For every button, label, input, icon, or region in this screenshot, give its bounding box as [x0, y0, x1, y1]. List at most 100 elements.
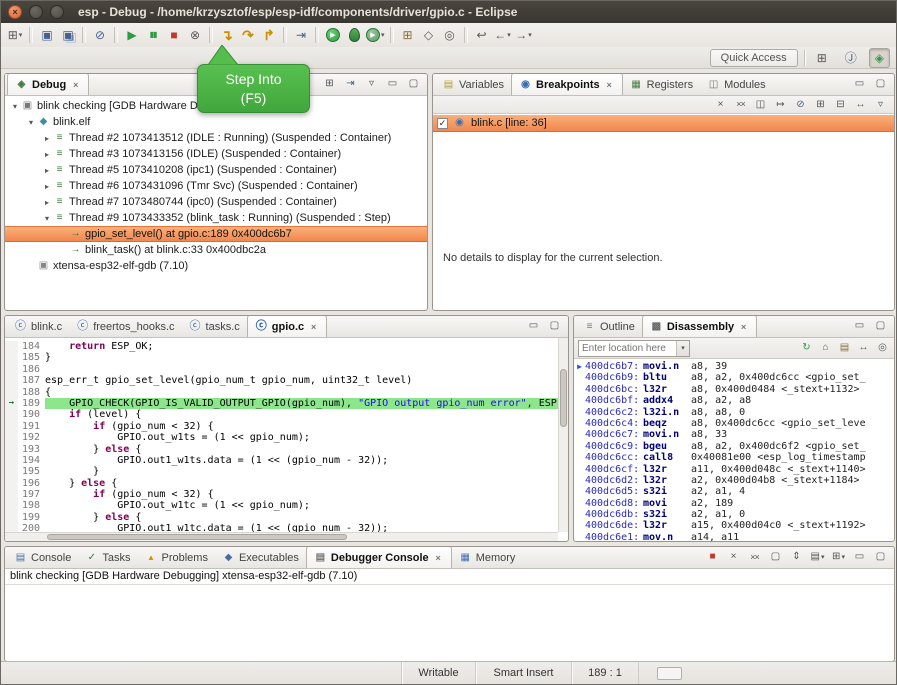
close-tab-icon[interactable]: ×	[604, 79, 615, 90]
minimize-view-icon[interactable]: ▭	[851, 318, 868, 335]
quick-access-button[interactable]: Quick Access	[710, 49, 798, 67]
link-with-debug-icon[interactable]: ↔	[852, 96, 869, 113]
tab-freertos-hooks-c[interactable]: freertos_hooks.c	[69, 316, 181, 337]
expander-icon[interactable]: ▸	[41, 150, 53, 159]
disassembly-line[interactable]: 400dc6c7: movi.n a8, 33	[574, 429, 894, 440]
terminate-icon[interactable]: ■	[164, 25, 184, 45]
new-wizard-icon[interactable]: ⊞ ▾	[5, 25, 25, 45]
remove-all-breakpoints-icon[interactable]: ××	[732, 96, 749, 113]
tab-tasks[interactable]: Tasks	[78, 547, 137, 568]
maximize-view-icon[interactable]: ▢	[546, 318, 563, 335]
maximize-view-icon[interactable]: ▢	[405, 76, 422, 93]
debug-perspective-icon[interactable]: ◈	[869, 48, 890, 68]
code-line[interactable]: 187 esp_err_t gpio_set_level(gpio_num_t …	[5, 375, 568, 386]
step-over-icon[interactable]: ↷	[238, 25, 258, 45]
go-to-file-icon[interactable]: ↦	[772, 96, 789, 113]
expand-all-icon[interactable]: ⊞	[812, 96, 829, 113]
maximize-view-icon[interactable]: ▢	[872, 76, 889, 93]
remove-launch-icon[interactable]: ×	[725, 549, 742, 566]
remove-breakpoint-icon[interactable]: ×	[712, 96, 729, 113]
tab-problems[interactable]: Problems	[137, 547, 214, 568]
gdb-process-node[interactable]: xtensa-esp32-elf-gdb (7.10)	[5, 258, 427, 274]
tab-outline[interactable]: Outline	[576, 316, 642, 337]
thread-2-row[interactable]: ▸ Thread #2 1073413512 (IDLE : Running) …	[5, 130, 427, 146]
back-icon[interactable]: ← ▾	[493, 25, 513, 45]
remove-all-launches-icon[interactable]: ××	[746, 549, 763, 566]
terminate-icon[interactable]: ■	[704, 549, 721, 566]
home-icon[interactable]: ⌂	[817, 340, 834, 357]
resume-icon[interactable]: ▶	[122, 25, 142, 45]
disassembly-line[interactable]: 400dc6c9: bgeu a8, a2, 0x400dc6f2 <gpio_…	[574, 441, 894, 452]
code-line[interactable]: 186	[5, 364, 568, 375]
collapse-all-icon[interactable]: ⊟	[832, 96, 849, 113]
show-breakpoints-supported-icon[interactable]: ◫	[752, 96, 769, 113]
open-element-icon[interactable]: ◇	[419, 25, 439, 45]
code-line[interactable]: 193 } else {	[5, 444, 568, 455]
disassembly-line[interactable]: 400dc6bf: addx4 a8, a2, a8	[574, 395, 894, 406]
code-line[interactable]: 188 {	[5, 387, 568, 398]
stack-frame-blink-task[interactable]: blink_task() at blink.c:33 0x400dbc2a	[5, 242, 427, 258]
minimize-view-icon[interactable]: ▭	[525, 318, 542, 335]
code-line[interactable]: → 189 GPIO_CHECK(GPIO_IS_VALID_OUTPUT_GP…	[5, 398, 568, 409]
expander-icon[interactable]: ▸	[41, 182, 53, 191]
location-input[interactable]	[579, 343, 676, 354]
code-line[interactable]: 198 GPIO.out_w1tc = (1 << gpio_num);	[5, 500, 568, 511]
code-line[interactable]: 195 }	[5, 466, 568, 477]
tab-executables[interactable]: Executables	[215, 547, 306, 568]
code-line[interactable]: 199 } else {	[5, 512, 568, 523]
breakpoint-row[interactable]: ✓ blink.c [line: 36]	[433, 115, 894, 132]
open-console-icon[interactable]: ⊞ ▾	[830, 549, 847, 566]
minimize-view-icon[interactable]: ▭	[851, 549, 868, 566]
instruction-stepping-icon[interactable]: ⇥	[291, 25, 311, 45]
minimize-view-icon[interactable]: ▭	[851, 76, 868, 93]
window-maximize-button[interactable]	[50, 5, 64, 19]
new-project-icon[interactable]: ⊞	[398, 25, 418, 45]
tab-modules[interactable]: Modules	[700, 74, 773, 95]
expander-icon[interactable]: ▾	[41, 214, 53, 223]
expander-icon[interactable]: ▸	[41, 198, 53, 207]
scrollbar-thumb[interactable]	[47, 534, 347, 540]
location-combo[interactable]: ▾	[578, 340, 690, 357]
tab-variables[interactable]: Variables	[435, 74, 511, 95]
tab-blink-c[interactable]: blink.c	[7, 316, 69, 337]
run-icon[interactable]: ▶	[323, 25, 343, 45]
minimize-view-icon[interactable]: ▭	[384, 76, 401, 93]
expander-icon[interactable]: ▸	[41, 134, 53, 143]
breakpoint-checkbox[interactable]: ✓	[437, 118, 448, 129]
instruction-stepping-toggle-icon[interactable]: ⇥	[342, 76, 359, 93]
tab-gpio-c[interactable]: gpio.c ×	[247, 315, 327, 337]
disassembly-line[interactable]: 400dc6c4: beqz a8, 0x400dc6cc <gpio_set_…	[574, 418, 894, 429]
code-line[interactable]: 190 if (level) {	[5, 409, 568, 420]
suspend-icon[interactable]: ▮▮	[143, 25, 163, 45]
sync-with-stack-icon[interactable]: ↔	[855, 340, 872, 357]
last-edit-location-icon[interactable]: ↩	[472, 25, 492, 45]
code-editor[interactable]: 184 return ESP_OK; 185 } 186 187 esp_er	[5, 338, 568, 541]
disassembly-line[interactable]: 400dc6d8: movi a2, 189	[574, 498, 894, 509]
console-output[interactable]	[5, 585, 894, 661]
java-perspective-icon[interactable]: Ⓙ	[839, 48, 863, 68]
disassembly-line[interactable]: 400dc6de: l32r a15, 0x400d04c0 <_stext+1…	[574, 520, 894, 531]
close-tab-icon[interactable]: ×	[70, 79, 81, 90]
code-line[interactable]: 191 if (gpio_num < 32) {	[5, 421, 568, 432]
editor-horizontal-scrollbar[interactable]	[5, 532, 558, 541]
thread-9-row[interactable]: ▾ Thread #9 1073433352 (blink_task : Run…	[5, 210, 427, 226]
skip-all-breakpoints-icon[interactable]: ⊘	[792, 96, 809, 113]
thread-5-row[interactable]: ▸ Thread #5 1073410208 (ipc1) (Suspended…	[5, 162, 427, 178]
view-menu-icon[interactable]: ▿	[872, 96, 889, 113]
tab-registers[interactable]: Registers	[623, 74, 700, 95]
tab-tasks-c[interactable]: tasks.c	[182, 316, 247, 337]
close-tab-icon[interactable]: ×	[433, 552, 444, 563]
disassembly-line[interactable]: 400dc6e1: mov.n a14, a11	[574, 532, 894, 541]
thread-7-row[interactable]: ▸ Thread #7 1073480744 (ipc0) (Suspended…	[5, 194, 427, 210]
external-tools-icon[interactable]: ▶ ▾	[365, 25, 386, 45]
save-icon[interactable]: ▣	[37, 25, 57, 45]
disassembly-line[interactable]: ▶ 400dc6b7: movi.n a8, 39	[574, 361, 894, 372]
expander-icon[interactable]: ▾	[9, 102, 21, 111]
close-tab-icon[interactable]: ×	[308, 321, 319, 332]
disassembly-line[interactable]: 400dc6bc: l32r a8, 0x400d0484 <_stext+11…	[574, 384, 894, 395]
window-minimize-button[interactable]	[29, 5, 43, 19]
disassembly-line[interactable]: 400dc6d2: l32r a2, 0x400d04b8 <_stext+11…	[574, 475, 894, 486]
window-close-button[interactable]: ×	[8, 5, 22, 19]
tab-disassembly[interactable]: Disassembly ×	[642, 315, 757, 337]
code-line[interactable]: 197 if (gpio_num < 32) {	[5, 489, 568, 500]
